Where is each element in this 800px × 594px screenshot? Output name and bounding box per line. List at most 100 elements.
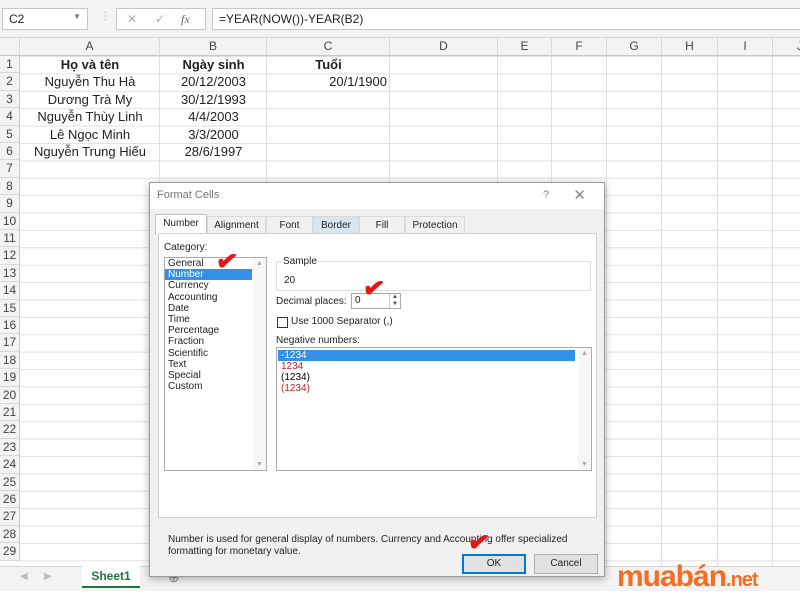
scroll-right-icon[interactable]: ▶	[44, 571, 52, 582]
cell-name[interactable]: Nguyễn Trung Hiếu	[20, 143, 160, 160]
sheet-tab-sheet1[interactable]: Sheet1	[82, 566, 140, 588]
cell-name[interactable]: Nguyễn Thu Hà	[20, 73, 160, 90]
stepper-arrows-icon[interactable]: ▲ ▼	[389, 294, 400, 308]
negative-list-scrollbar[interactable]: ▲ ▼	[578, 348, 591, 470]
category-item-scientific[interactable]: Scientific	[165, 348, 252, 359]
tab-fill[interactable]: Fill	[359, 216, 405, 234]
column-header-D[interactable]: D	[390, 38, 498, 56]
chevron-down-icon[interactable]: ▼	[73, 12, 81, 21]
name-box-value: C2	[9, 12, 25, 26]
tab-protection[interactable]: Protection	[405, 216, 465, 234]
cell-age[interactable]: 20/1/1900	[267, 73, 390, 90]
negative-option[interactable]: (1234)	[278, 383, 575, 394]
column-header-E[interactable]: E	[498, 38, 552, 56]
row-header-21[interactable]: 21	[0, 404, 20, 422]
row-header-17[interactable]: 17	[0, 334, 20, 352]
row-header-18[interactable]: 18	[0, 351, 20, 370]
negative-option[interactable]: -1234	[278, 350, 575, 361]
cell-age[interactable]	[267, 108, 390, 125]
column-header-C[interactable]: C	[267, 38, 390, 56]
row-header-13[interactable]: 13	[0, 264, 20, 283]
category-item-special[interactable]: Special	[165, 370, 252, 381]
row-header-12[interactable]: 12	[0, 247, 20, 265]
category-item-text[interactable]: Text	[165, 359, 252, 370]
cell-dob[interactable]: 20/12/2003	[160, 73, 267, 90]
header-cell-age[interactable]: Tuổi	[267, 56, 390, 73]
cell-name[interactable]: Dương Trà My	[20, 91, 160, 108]
row-header-8[interactable]: 8	[0, 177, 20, 196]
category-item-accounting[interactable]: Accounting	[165, 292, 252, 303]
cancel-icon[interactable]: ✕	[127, 12, 137, 26]
close-icon[interactable]: ✕	[573, 186, 586, 204]
category-item-general[interactable]: General	[165, 258, 252, 269]
name-box[interactable]: C2 ▼	[2, 8, 88, 30]
row-header-7[interactable]: 7	[0, 160, 20, 178]
cell-dob[interactable]: 3/3/2000	[160, 126, 267, 143]
negative-numbers-list[interactable]: -1234 1234 (1234) (1234) ▲ ▼	[276, 347, 592, 471]
row-header-14[interactable]: 14	[0, 282, 20, 300]
cell-dob[interactable]: 28/6/1997	[160, 143, 267, 160]
tab-number[interactable]: Number	[155, 214, 207, 235]
row-header-23[interactable]: 23	[0, 438, 20, 457]
row-header-15[interactable]: 15	[0, 299, 20, 317]
row-header-10[interactable]: 10	[0, 212, 20, 230]
column-header-F[interactable]: F	[552, 38, 607, 56]
row-header-26[interactable]: 26	[0, 491, 20, 509]
scroll-left-icon[interactable]: ◀	[20, 571, 28, 582]
category-item-date[interactable]: Date	[165, 303, 252, 314]
row-header-16[interactable]: 16	[0, 317, 20, 335]
row-header-25[interactable]: 25	[0, 473, 20, 491]
cell-age[interactable]	[267, 143, 390, 160]
category-item-currency[interactable]: Currency	[165, 280, 252, 291]
category-item-fraction[interactable]: Fraction	[165, 336, 252, 347]
tab-border[interactable]: Border	[313, 216, 359, 234]
select-all-corner[interactable]	[0, 38, 20, 56]
formula-input[interactable]: =YEAR(NOW())-YEAR(B2)	[212, 8, 800, 30]
negative-option[interactable]: (1234)	[278, 372, 575, 383]
fx-icon[interactable]: fx	[181, 12, 190, 27]
enter-icon[interactable]: ✓	[155, 12, 165, 26]
header-cell-name[interactable]: Họ và tên	[20, 56, 160, 73]
column-header-I[interactable]: I	[718, 38, 773, 56]
row-header-11[interactable]: 11	[0, 230, 20, 248]
category-scrollbar[interactable]: ▲ ▼	[253, 258, 266, 470]
row-header-2[interactable]: 2	[0, 73, 20, 91]
column-header-B[interactable]: B	[160, 38, 267, 56]
header-cell-dob[interactable]: Ngày sinh	[160, 56, 267, 73]
cell-dob[interactable]: 30/12/1993	[160, 91, 267, 108]
category-item-time[interactable]: Time	[165, 314, 252, 325]
cell-name[interactable]: Nguyễn Thùy Linh	[20, 108, 160, 125]
row-header-19[interactable]: 19	[0, 369, 20, 387]
use-1000-separator-checkbox[interactable]	[277, 317, 288, 328]
category-item-custom[interactable]: Custom	[165, 381, 252, 392]
category-item-percentage[interactable]: Percentage	[165, 325, 252, 336]
help-icon[interactable]: ?	[543, 189, 549, 201]
row-header-6[interactable]: 6	[0, 143, 20, 161]
row-header-4[interactable]: 4	[0, 108, 20, 126]
cell-age[interactable]	[267, 126, 390, 143]
negative-option[interactable]: 1234	[278, 361, 575, 372]
row-header-29[interactable]: 29	[0, 543, 20, 561]
cell-age[interactable]	[267, 91, 390, 108]
row-header-20[interactable]: 20	[0, 386, 20, 404]
cancel-button[interactable]: Cancel	[534, 554, 598, 574]
row-header-22[interactable]: 22	[0, 421, 20, 439]
category-list[interactable]: General Number Currency Accounting Date Time P…	[164, 257, 267, 471]
tab-alignment[interactable]: Alignment	[207, 216, 266, 234]
format-cells-dialog: Format Cells ? ✕ Number Alignment Font B…	[149, 182, 605, 577]
row-header-24[interactable]: 24	[0, 456, 20, 474]
category-item-number[interactable]: Number	[165, 269, 252, 281]
row-header-1[interactable]: 1	[0, 56, 20, 74]
column-header-J[interactable]: J	[773, 38, 800, 56]
row-header-28[interactable]: 28	[0, 525, 20, 544]
cell-name[interactable]: Lê Ngọc Minh	[20, 126, 160, 143]
tab-font[interactable]: Font	[266, 216, 313, 234]
column-header-G[interactable]: G	[607, 38, 662, 56]
column-header-H[interactable]: H	[662, 38, 718, 56]
row-header-9[interactable]: 9	[0, 195, 20, 213]
row-header-27[interactable]: 27	[0, 508, 20, 526]
cell-dob[interactable]: 4/4/2003	[160, 108, 267, 125]
row-header-3[interactable]: 3	[0, 90, 20, 109]
column-header-A[interactable]: A	[20, 38, 160, 56]
row-header-5[interactable]: 5	[0, 125, 20, 143]
